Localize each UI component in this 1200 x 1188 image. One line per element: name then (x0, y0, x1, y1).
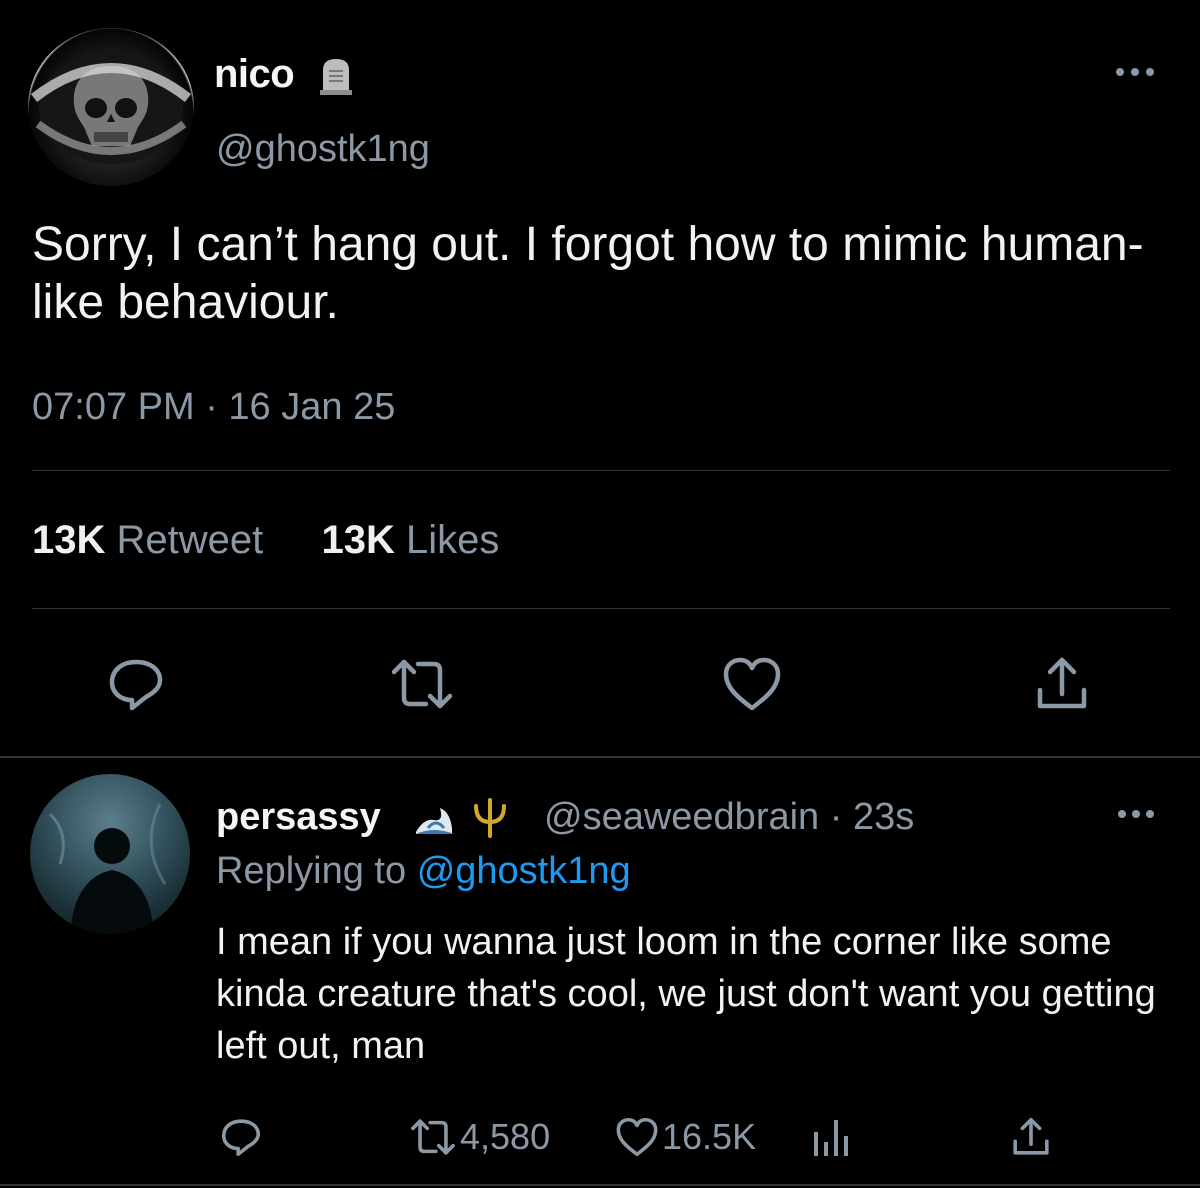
reply-share-button[interactable] (1008, 1112, 1054, 1162)
tweet-separator (0, 756, 1200, 758)
tombstone-icon (318, 56, 354, 96)
tweet-text: Sorry, I can’t hang out. I forgot how to… (32, 218, 1144, 329)
reply-retweet-button[interactable]: 4,580 (410, 1112, 550, 1162)
retweet-icon[interactable] (410, 1114, 456, 1160)
bottom-divider (0, 1184, 1200, 1186)
share-icon[interactable] (1030, 652, 1094, 716)
like-icon[interactable] (614, 1114, 660, 1160)
more-options-icon[interactable] (1112, 60, 1158, 84)
reply-like-button[interactable]: 16.5K (614, 1112, 756, 1162)
reply-comment-button[interactable] (218, 1112, 264, 1162)
tweet-timestamp[interactable]: 07:07 PM · 16 Jan 25 (32, 386, 395, 429)
divider (32, 608, 1170, 609)
author-handle[interactable]: @ghostk1ng (216, 128, 430, 171)
tweet-stats: 13K Retweet 13K Likes (32, 518, 499, 563)
likes-count[interactable]: 13K (322, 518, 395, 562)
reply-author-display-name[interactable]: persassy (216, 796, 381, 839)
reply-icon[interactable] (218, 1114, 264, 1160)
share-icon[interactable] (1008, 1114, 1054, 1160)
reply-icon[interactable] (104, 652, 168, 716)
reply-like-count: 16.5K (662, 1116, 757, 1157)
silhouette-avatar-image (48, 803, 167, 934)
reply-text: I mean if you wanna just loom in the cor… (216, 921, 1156, 1067)
reply-views-button[interactable] (808, 1112, 854, 1162)
retweet-icon[interactable] (390, 652, 454, 716)
retweets-label[interactable]: Retweet (117, 518, 264, 562)
author-display-name[interactable]: nico (214, 52, 295, 97)
likes-label[interactable]: Likes (406, 518, 499, 562)
reply-handle-and-time[interactable]: @seaweedbrain · 23s (544, 796, 914, 839)
replying-to-line: Replying to @ghostk1ng (216, 850, 631, 893)
replying-to-prefix: Replying to (216, 850, 407, 892)
views-analytics-icon[interactable] (808, 1114, 854, 1160)
avatar[interactable] (30, 774, 190, 934)
replying-to-mention[interactable]: @ghostk1ng (417, 850, 631, 892)
skull-avatar-image (30, 52, 192, 164)
wave-trident-icon (414, 798, 524, 838)
retweets-count[interactable]: 13K (32, 518, 105, 562)
divider (32, 470, 1170, 471)
like-icon[interactable] (720, 652, 784, 716)
reply-retweet-count: 4,580 (460, 1116, 551, 1157)
more-options-icon[interactable] (1114, 804, 1158, 824)
avatar[interactable] (28, 28, 194, 186)
